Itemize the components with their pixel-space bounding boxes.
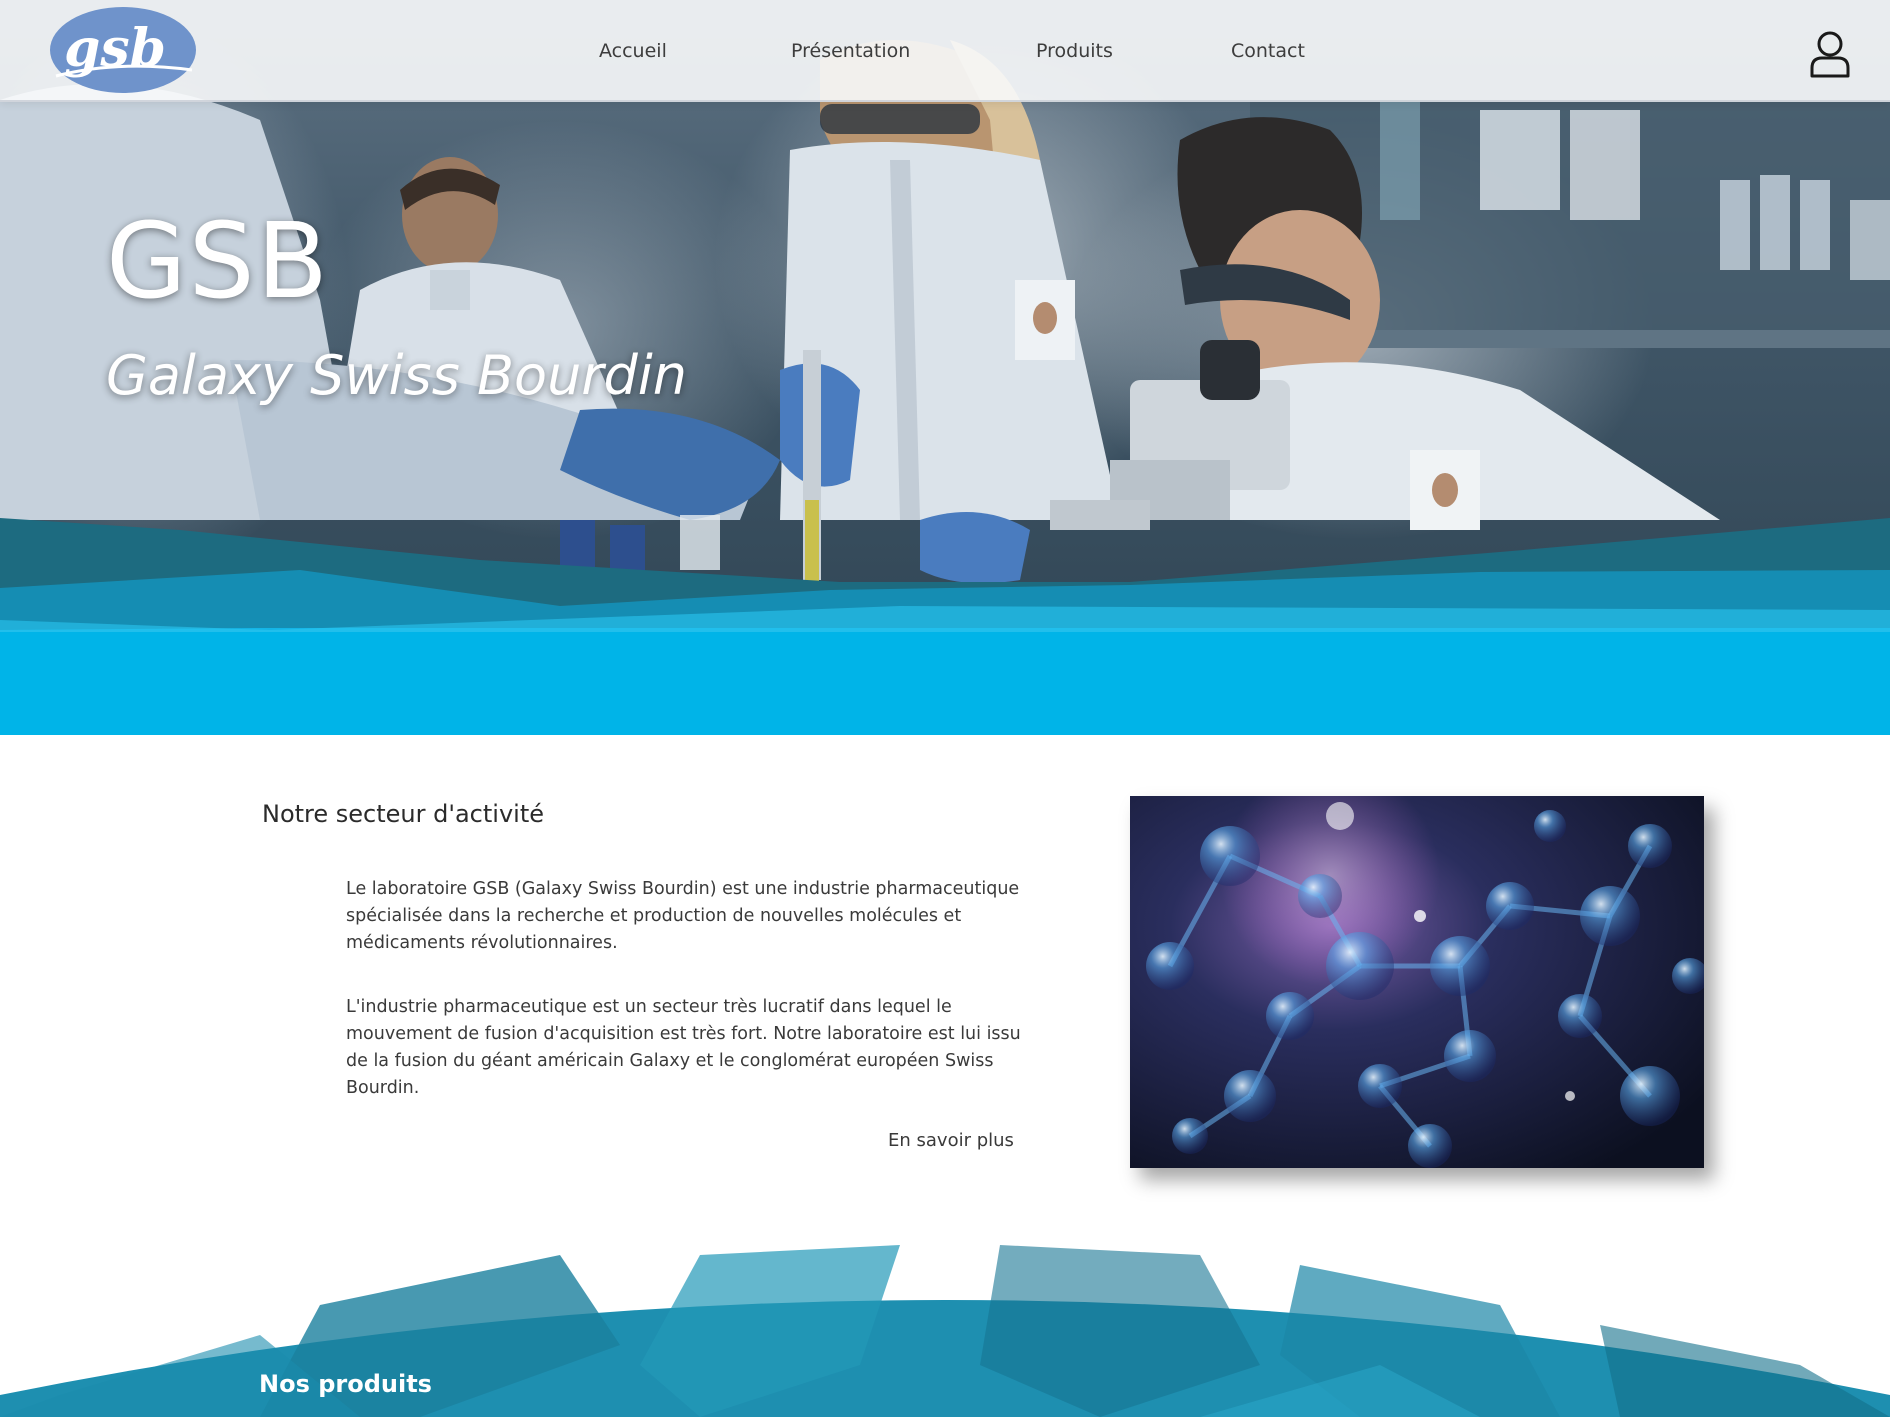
nav-link-presentation[interactable]: Présentation [791, 40, 910, 62]
nav-link-produits[interactable]: Produits [1036, 40, 1113, 62]
activity-paragraph-2: L'industrie pharmaceutique est un secteu… [346, 997, 1021, 1098]
nav-link-accueil[interactable]: Accueil [599, 40, 667, 62]
products-section-title: Nos produits [259, 1370, 432, 1398]
activity-paragraph-1: Le laboratoire GSB (Galaxy Swiss Bourdin… [346, 879, 1020, 953]
molecule-image [1130, 796, 1704, 1168]
user-account-icon[interactable] [1808, 30, 1852, 80]
logo-text: gsb [64, 18, 166, 79]
hero-subtitle: Galaxy Swiss Bourdin [106, 344, 688, 407]
read-more-link[interactable]: En savoir plus [888, 1130, 1014, 1151]
gsb-logo-icon: gsb [50, 7, 196, 93]
activity-section-title: Notre secteur d'activité [262, 800, 544, 828]
hero-banner: GSB Galaxy Swiss Bourdin [0, 0, 1890, 735]
nav-link-contact[interactable]: Contact [1231, 40, 1305, 62]
top-navigation-bar: gsb Accueil Présentation Produits Contac… [0, 0, 1890, 102]
hero-title: GSB [106, 200, 330, 322]
gsb-logo[interactable]: gsb [48, 4, 198, 96]
